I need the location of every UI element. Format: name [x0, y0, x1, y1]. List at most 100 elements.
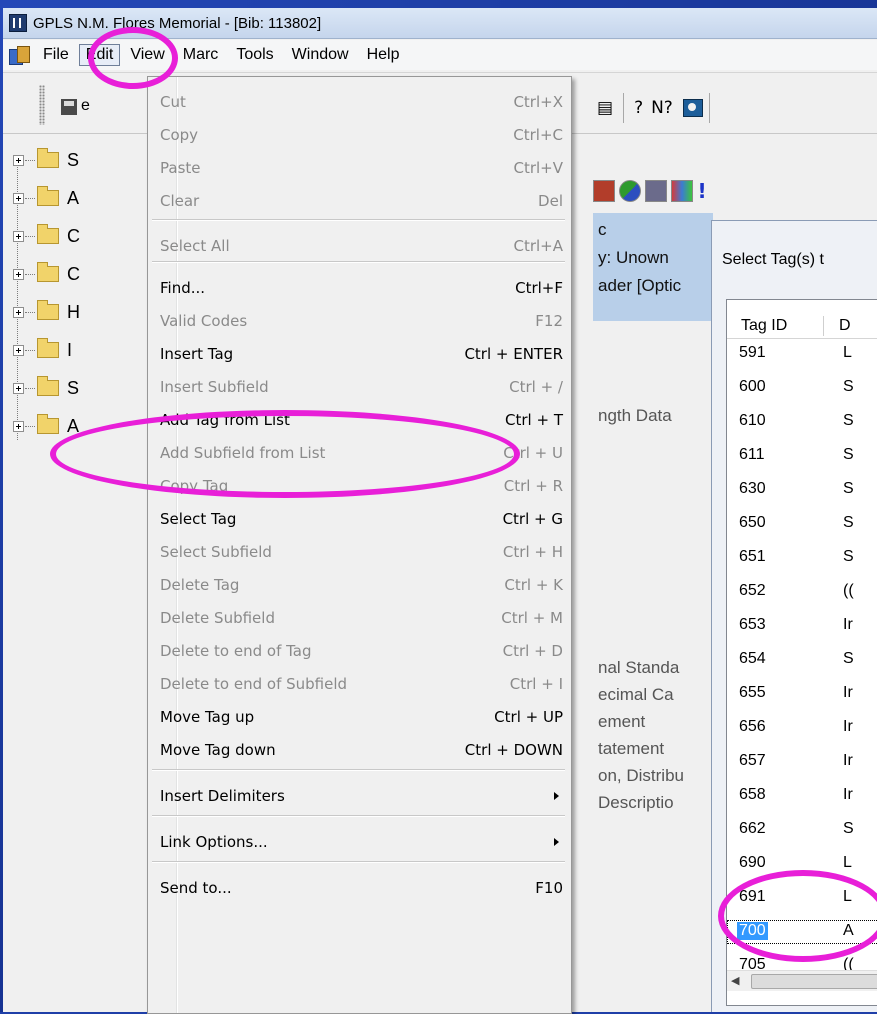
menu-separator: [152, 219, 565, 221]
menu-item-delete-subfield[interactable]: Delete Subfield Ctrl + M: [148, 605, 571, 631]
table-row[interactable]: 591 L: [727, 342, 877, 366]
expand-icon[interactable]: [13, 268, 24, 280]
table-row[interactable]: 656 Ir: [727, 716, 877, 740]
menu-item-find[interactable]: Find... Ctrl+F: [148, 275, 571, 301]
list-icon[interactable]: ▤: [597, 98, 613, 118]
menu-item-select-tag[interactable]: Select Tag Ctrl + G: [148, 506, 571, 532]
table-row[interactable]: 651 S: [727, 546, 877, 570]
tree-item[interactable]: S: [6, 376, 79, 400]
menu-item-insert-tag[interactable]: Insert Tag Ctrl + ENTER: [148, 341, 571, 367]
tag-id-cell: 652: [739, 582, 766, 599]
tree-item[interactable]: A: [6, 186, 79, 210]
folder-icon: [37, 262, 59, 282]
record-line: c: [598, 220, 607, 239]
menu-item-move-tag-up[interactable]: Move Tag up Ctrl + UP: [148, 704, 571, 730]
menu-file[interactable]: File: [35, 44, 77, 66]
folder-icon: [37, 300, 59, 320]
expand-icon[interactable]: [13, 154, 24, 166]
table-row[interactable]: 655 Ir: [727, 682, 877, 706]
menu-marc[interactable]: Marc: [175, 44, 227, 66]
menu-item-copy[interactable]: Copy Ctrl+C: [148, 122, 571, 148]
tag-id-cell: 658: [739, 786, 766, 803]
horizontal-scrollbar[interactable]: ◀: [727, 970, 877, 991]
toolbar-right-group: ▤ ? N?: [593, 91, 716, 125]
tag-id-cell: 651: [739, 548, 766, 565]
tag-description-cell: S: [843, 820, 854, 837]
expand-icon[interactable]: [13, 420, 24, 432]
menu-item-valid-codes[interactable]: Valid Codes F12: [148, 308, 571, 334]
expand-icon[interactable]: [13, 192, 24, 204]
about-icon[interactable]: [682, 99, 703, 117]
scroll-thumb[interactable]: [751, 974, 877, 989]
expand-icon[interactable]: [13, 344, 24, 356]
table-row[interactable]: 653 Ir: [727, 614, 877, 638]
edit-record-icon[interactable]: [593, 180, 615, 202]
menu-item-insert-subfield[interactable]: Insert Subfield Ctrl + /: [148, 374, 571, 400]
tag-id-cell: 630: [739, 480, 766, 497]
menu-item-label: Link Options...: [160, 833, 268, 851]
menu-item-cut[interactable]: Cut Ctrl+X: [148, 89, 571, 115]
menu-item-link-options[interactable]: Link Options...: [148, 829, 571, 855]
tree-item[interactable]: S: [6, 148, 79, 172]
menu-tools[interactable]: Tools: [228, 44, 281, 66]
link-icon[interactable]: [619, 180, 641, 202]
table-row[interactable]: 654 S: [727, 648, 877, 672]
menu-item-label: Find...: [160, 279, 206, 297]
annotation-ellipse-add-tag: [50, 410, 520, 498]
tree-item[interactable]: C: [6, 262, 80, 286]
menu-item-select-subfield[interactable]: Select Subfield Ctrl + H: [148, 539, 571, 565]
books-icon[interactable]: [9, 45, 31, 65]
table-row[interactable]: 657 Ir: [727, 750, 877, 774]
books-color-icon[interactable]: [671, 180, 693, 202]
column-description[interactable]: D: [839, 317, 851, 335]
menu-item-label: Send to...: [160, 879, 232, 897]
menu-item-delete-to-end-of-subfield[interactable]: Delete to end of Subfield Ctrl + I: [148, 671, 571, 697]
menu-item-paste[interactable]: Paste Ctrl+V: [148, 155, 571, 181]
menu-item-select-all[interactable]: Select All Ctrl+A: [148, 233, 571, 259]
table-row[interactable]: 658 Ir: [727, 784, 877, 808]
menu-item-label: Copy: [160, 126, 199, 144]
column-divider[interactable]: [823, 316, 824, 336]
table-row[interactable]: 610 S: [727, 410, 877, 434]
menu-item-label: Select All: [160, 237, 230, 255]
menu-item-label: Insert Delimiters: [160, 787, 285, 805]
menu-item-shortcut: F12: [535, 312, 563, 330]
save-icon[interactable]: [61, 99, 77, 115]
context-help-icon[interactable]: N?: [651, 98, 673, 118]
flag-icon[interactable]: [645, 180, 667, 202]
toolbar-grip[interactable]: [39, 85, 45, 125]
toolbar-separator: [708, 93, 710, 123]
table-row[interactable]: 650 S: [727, 512, 877, 536]
help-question-icon[interactable]: ?: [634, 98, 643, 118]
table-row[interactable]: 630 S: [727, 478, 877, 502]
table-row[interactable]: 611 S: [727, 444, 877, 468]
expand-icon[interactable]: [13, 306, 24, 318]
expand-icon[interactable]: [13, 230, 24, 242]
column-tag-id[interactable]: Tag ID: [741, 317, 787, 335]
record-line: ecimal Ca: [598, 685, 674, 704]
menu-item-shortcut: Ctrl + DOWN: [464, 741, 563, 759]
menu-item-clear[interactable]: Clear Del: [148, 188, 571, 214]
tree-item[interactable]: A: [6, 414, 79, 438]
table-row[interactable]: 662 S: [727, 818, 877, 842]
folder-icon: [37, 376, 59, 396]
tree-item[interactable]: C: [6, 224, 80, 248]
menu-item-delete-to-end-of-tag[interactable]: Delete to end of Tag Ctrl + D: [148, 638, 571, 664]
menu-item-move-tag-down[interactable]: Move Tag down Ctrl + DOWN: [148, 737, 571, 763]
table-row[interactable]: 652 ((: [727, 580, 877, 604]
tag-id-cell: 662: [739, 820, 766, 837]
menu-item-shortcut: Ctrl + /: [509, 378, 563, 396]
tag-id-cell: 611: [739, 446, 765, 463]
tree-item[interactable]: H: [6, 300, 80, 324]
menu-item-send-to[interactable]: Send to... F10: [148, 875, 571, 901]
alert-icon[interactable]: !: [697, 181, 707, 201]
menu-item-shortcut: Ctrl + I: [509, 675, 563, 693]
menu-window[interactable]: Window: [284, 44, 357, 66]
tree-item[interactable]: I: [6, 338, 72, 362]
menu-item-delete-tag[interactable]: Delete Tag Ctrl + K: [148, 572, 571, 598]
menu-item-insert-delimiters[interactable]: Insert Delimiters: [148, 783, 571, 809]
table-row[interactable]: 600 S: [727, 376, 877, 400]
menu-help[interactable]: Help: [359, 44, 408, 66]
scroll-left-icon[interactable]: ◀: [731, 974, 739, 987]
expand-icon[interactable]: [13, 382, 24, 394]
